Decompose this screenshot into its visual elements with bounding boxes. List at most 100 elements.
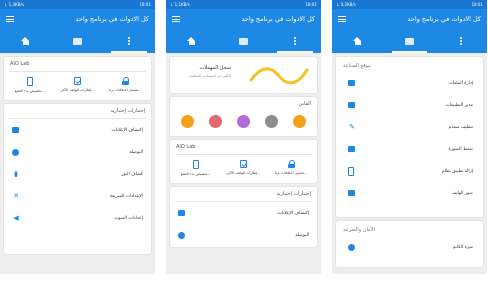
network-title: الأمان والسرعة [343,227,375,233]
tests-card: إختبارات إختباريه إكتشاف الإعلانات البوص… [170,187,317,247]
status-speed: ↓ 0,2KB/s [336,2,356,7]
lab-item-startup[interactable]: تخصيص بدء التشغ... [8,77,52,93]
list-item[interactable]: ضغط الصورة [336,138,483,160]
clean-icon: ✎ [349,122,355,131]
startup-icon [26,77,33,86]
status-time: 18:01 [139,2,151,7]
lock-icon [287,160,296,168]
lab-item-startup[interactable]: تخصيص بدء التشغ... [174,160,218,176]
lab-item-label: تخصيص بدء التشغ... [180,172,212,176]
tab-tools[interactable] [218,29,270,53]
compass-icon [178,231,185,239]
more-vert-icon [460,37,463,45]
list-item[interactable]: ✎ تنظيف متقدم [336,116,483,138]
menu-icon[interactable] [172,16,180,22]
compass-icon [12,148,19,156]
network-card: الأمان والسرعة ميزة الكاتم [336,221,483,267]
speed-icon [348,243,355,251]
list-item[interactable]: ميزة الكاتم [336,236,483,258]
medals-card: ألقابي [170,97,317,136]
list-item[interactable]: إكتشاف الإعلانات [4,119,151,141]
tests-card: إختبارات إختباريه إكتشاف الإعلانات البوص… [4,104,151,254]
startup-icon [192,160,199,169]
tab-more[interactable] [435,29,487,53]
tests-title: إختبارات إختباريه [110,108,145,114]
briefcase-icon [405,37,414,45]
ads-icon [178,210,185,216]
lab-item-label: تخصيص بدء التشغ... [14,89,46,93]
tab-tools[interactable] [384,29,436,53]
tab-home[interactable] [166,29,218,53]
home-icon [353,37,362,45]
status-speed: ↓ 1,3KB/s [4,2,24,7]
lab-item-frames[interactable]: إطارات الهاتف الأكي... [221,160,265,176]
list-item[interactable]: ▮ كشاف النور [4,163,151,185]
medal-icon[interactable] [209,115,223,128]
clipboard-check-icon [239,160,247,168]
tab-bar [332,29,487,53]
list-item[interactable]: ✕ الإعدادات السريعة [4,185,151,207]
more-vert-icon [294,37,297,45]
medal-icon[interactable] [236,115,250,128]
tab-home[interactable] [332,29,384,53]
lab-card: AIO Lab تخصيص بدء التشغ... إطارات الهاتف… [170,140,317,183]
junk-title: سجل المهملات [199,65,231,71]
lab-item-download[interactable]: تحميل اختلافات برنا... [103,77,147,93]
app-title: كل الادوات في برنامج واحد [241,15,315,23]
status-bar: ↓ 1,1KB/s 18:01 [166,0,321,9]
lock-icon [121,77,130,85]
list-item[interactable]: صور الهاتف [336,182,483,204]
more-vert-icon [128,37,131,45]
status-time: 18:01 [305,2,317,7]
list-item[interactable]: البوصلة [170,224,317,246]
home-icon [187,37,196,45]
list-item[interactable]: إزالة تطبيق نظام [336,160,483,182]
list-item[interactable]: إدارة الملفات [336,72,483,94]
status-bar: ↓ 0,2KB/s 18:01 [332,0,487,9]
lab-item-frames[interactable]: إطارات الهاتف الأكي... [55,77,99,93]
list-item[interactable]: مدير التطبيقات [336,94,483,116]
junk-subtitle: الكثير من المهملات للتنظيف [189,74,231,78]
list-item[interactable]: البوصلة [4,141,151,163]
phone-screen-tools: ↓ 0,2KB/s 18:01 كل الادوات في برنامج واح… [332,0,487,274]
system-app-icon [348,166,354,176]
medal-icon[interactable] [181,115,195,128]
home-icon [21,37,30,45]
photos-icon [348,190,355,196]
status-speed: ↓ 1,1KB/s [170,2,190,7]
junk-card[interactable]: سجل المهملات الكثير من المهملات للتنظيف [170,57,317,93]
tab-bar [0,29,155,53]
medal-icon[interactable] [292,115,306,128]
tab-more[interactable] [103,29,155,53]
tab-tools[interactable] [52,29,104,53]
lab-title: AIO Lab [10,61,30,67]
medal-icon[interactable] [264,115,278,128]
medals-title: ألقابي [298,101,311,107]
phone-screen-scrolled: ↓ 1,1KB/s 18:01 كل الادوات في برنامج واح… [166,0,321,274]
lab-card: AIO Lab تخصيص بدء التشغ... إطارات الهاتف… [4,57,151,100]
briefcase-icon [73,37,82,45]
menu-icon[interactable] [6,16,14,22]
lab-item-label: إطارات الهاتف الأكي... [60,88,95,92]
flashlight-icon: ▮ [14,169,18,178]
tab-bar [166,29,321,53]
list-item[interactable]: إكتشاف الإعلانات [170,202,317,224]
clipboard-check-icon [73,77,81,85]
tab-home[interactable] [0,29,52,53]
lab-item-download[interactable]: تحميل اختلافات برنا... [269,160,313,176]
tools-card: موقع الصناعة إدارة الملفات مدير التطبيقا… [336,57,483,217]
lab-item-label: تحميل اختلافات برنا... [108,88,142,92]
status-time: 18:01 [471,2,483,7]
tab-more[interactable] [269,29,321,53]
lab-title: AIO Lab [176,144,196,150]
tools-icon: ✕ [13,191,19,200]
android-icon [348,102,355,108]
tests-title: إختبارات إختباريه [276,191,311,197]
phone-screen-home: ↓ 1,3KB/s 18:01 كل الادوات في برنامج واح… [0,0,155,274]
menu-icon[interactable] [338,16,346,22]
app-title: كل الادوات في برنامج واحد [75,15,149,23]
status-bar: ↓ 1,3KB/s 18:01 [0,0,155,9]
lab-item-label: تحميل اختلافات برنا... [274,171,308,175]
list-item[interactable]: ◀ إعدادات الصوت [4,207,151,229]
ads-icon [12,127,19,133]
